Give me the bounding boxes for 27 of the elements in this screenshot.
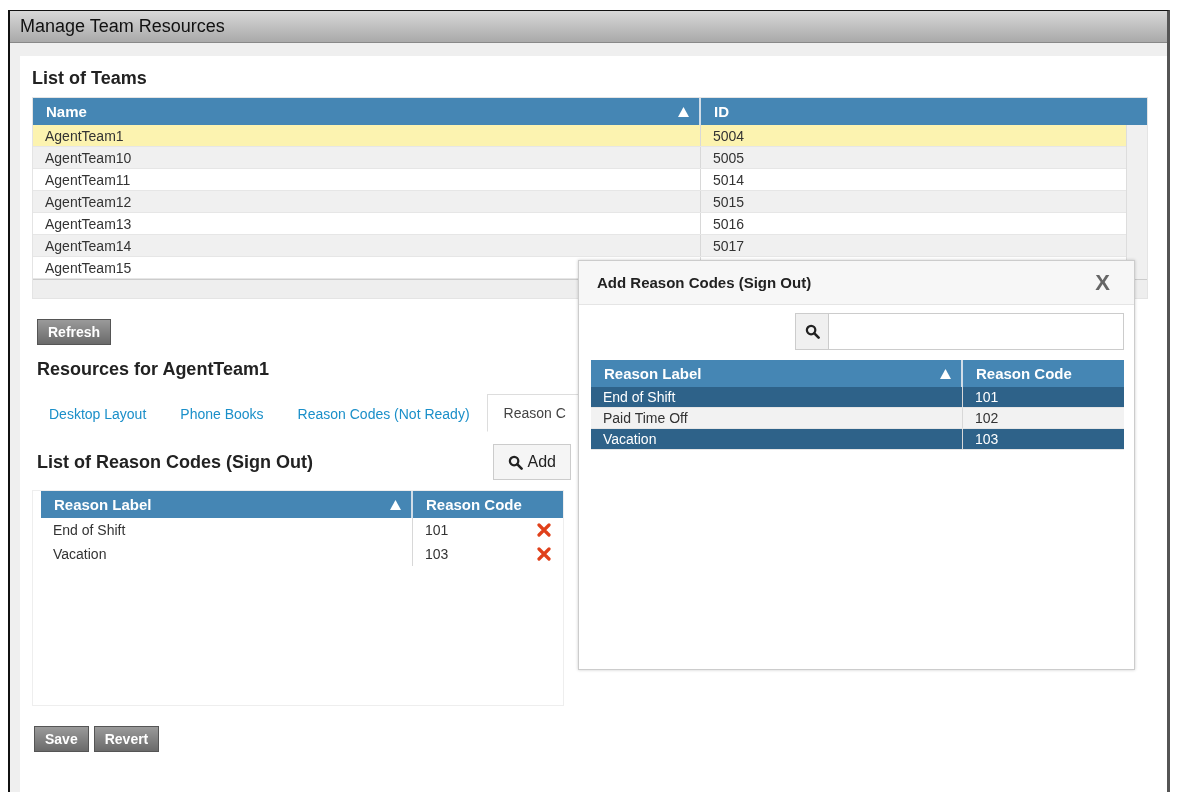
table-cell: AgentTeam15 bbox=[45, 259, 132, 276]
table-cell: 5005 bbox=[713, 149, 745, 166]
table-cell: 101 bbox=[975, 389, 999, 405]
table-cell: 5017 bbox=[713, 237, 745, 254]
table-cell: AgentTeam10 bbox=[45, 149, 132, 166]
section-title: List of Teams bbox=[32, 68, 147, 89]
table-cell: AgentTeam12 bbox=[45, 193, 132, 210]
table-cell: 5016 bbox=[713, 215, 745, 232]
table-cell: 5014 bbox=[713, 171, 745, 188]
table-cell: Vacation bbox=[603, 431, 657, 447]
table-cell: End of Shift bbox=[603, 389, 676, 405]
section-title: Resources for AgentTeam1 bbox=[37, 359, 270, 380]
table-cell: Vacation bbox=[53, 546, 107, 562]
table-cell: 103 bbox=[975, 431, 999, 447]
table-cell: AgentTeam13 bbox=[45, 215, 132, 232]
table-cell: AgentTeam14 bbox=[45, 237, 132, 254]
window-title: Manage Team Resources bbox=[20, 16, 225, 37]
table-cell: 102 bbox=[975, 410, 999, 426]
table-cell: 5015 bbox=[713, 193, 745, 210]
section-title: List of Reason Codes (Sign Out) bbox=[37, 451, 313, 473]
table-cell: Paid Time Off bbox=[603, 410, 688, 426]
table-cell: 5004 bbox=[713, 127, 745, 144]
table-cell: End of Shift bbox=[53, 522, 126, 538]
table-cell: AgentTeam11 bbox=[45, 171, 131, 188]
table-cell: 103 bbox=[425, 546, 449, 562]
table-cell: 101 bbox=[425, 522, 449, 538]
table-cell: AgentTeam1 bbox=[45, 127, 124, 144]
